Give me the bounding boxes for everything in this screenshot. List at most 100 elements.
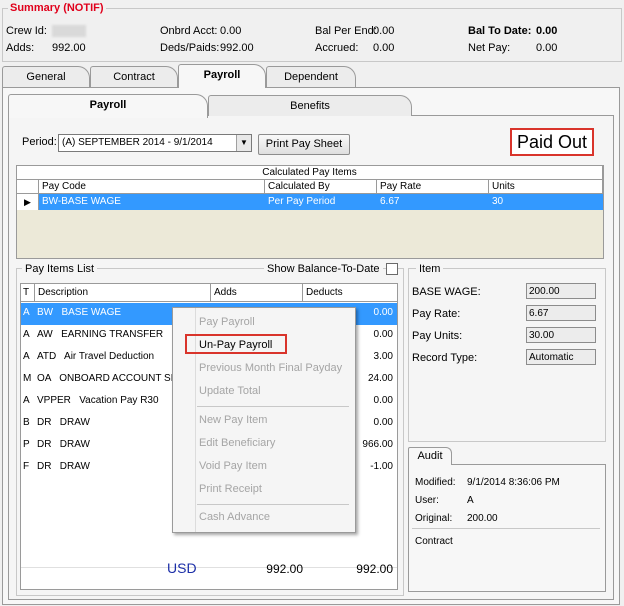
context-menu: Pay Payroll Un-Pay Payroll Previous Mont…: [172, 307, 356, 533]
col-t[interactable]: T: [21, 284, 35, 302]
row-deducts: 0.00: [373, 329, 393, 340]
show-balance-checkbox[interactable]: [386, 263, 398, 275]
menu-item-print-receipt[interactable]: Print Receipt: [199, 483, 262, 495]
tab-contract[interactable]: Contract: [90, 66, 178, 87]
onbrd-acct-value: 0.00: [220, 25, 242, 37]
menu-item-pay-payroll[interactable]: Pay Payroll: [199, 316, 255, 328]
summary-title: Summary (NOTIF): [8, 2, 106, 14]
row-deducts: 966.00: [362, 439, 393, 450]
adds-label: Adds:: [6, 42, 35, 54]
pay-units-label: Pay Units:: [412, 330, 463, 342]
calc-pay-rate: 6.67: [380, 196, 400, 207]
row-description: AW EARNING TRANSFER: [37, 329, 164, 340]
row-deducts: -1.00: [370, 461, 393, 472]
row-type: A: [23, 395, 30, 406]
bal-to-date-label: Bal To Date:: [468, 25, 532, 37]
currency-label: USD: [167, 560, 197, 576]
item-group-title: Item: [416, 263, 444, 275]
adds-value: 992.00: [52, 42, 86, 54]
row-deducts: 0.00: [373, 417, 393, 428]
row-deducts: 24.00: [367, 373, 393, 384]
net-pay-label: Net Pay:: [468, 42, 511, 54]
chevron-down-icon[interactable]: ▼: [236, 135, 251, 151]
audit-divider: [412, 528, 600, 529]
row-description: BW BASE WAGE: [37, 307, 122, 318]
original-label: Original:: [415, 513, 453, 524]
row-description: DR DRAW: [37, 417, 90, 428]
modified-label: Modified:: [415, 477, 456, 488]
menu-item-previous-month-final-payday[interactable]: Previous Month Final Payday: [199, 362, 342, 374]
base-wage-field[interactable]: 200.00: [526, 283, 596, 299]
row-type: A: [23, 329, 30, 340]
menu-separator: [197, 504, 349, 505]
row-type: B: [23, 417, 30, 428]
bal-per-end-label: Bal Per End:: [315, 25, 377, 37]
col-units[interactable]: Units: [489, 180, 603, 194]
period-label: Period:: [22, 136, 57, 148]
menu-item-cash-advance[interactable]: Cash Advance: [199, 511, 270, 523]
record-type-label: Record Type:: [412, 352, 478, 364]
subtab-payroll[interactable]: Payroll: [8, 94, 208, 118]
crew-id-value-redacted: [52, 25, 86, 37]
deds-paids-value: 992.00: [220, 42, 254, 54]
menu-item-edit-beneficiary[interactable]: Edit Beneficiary: [199, 437, 275, 449]
col-pay-rate[interactable]: Pay Rate: [377, 180, 489, 194]
calc-units: 30: [492, 196, 504, 207]
col-description[interactable]: Description: [35, 284, 211, 302]
col-calculated-by[interactable]: Calculated By: [265, 180, 377, 194]
col-deducts[interactable]: Deducts: [303, 284, 397, 302]
bal-to-date-value: 0.00: [536, 25, 558, 37]
calc-grid-corner: [17, 180, 39, 194]
accrued-label: Accrued:: [315, 42, 359, 54]
user-label: User:: [415, 495, 439, 506]
net-pay-value: 0.00: [536, 42, 558, 54]
tab-payroll[interactable]: Payroll: [178, 64, 266, 88]
calc-grid-row[interactable]: BW-BASE WAGE Per Pay Period 6.67 30: [39, 194, 603, 210]
crew-id-label: Crew Id:: [6, 25, 47, 37]
calc-pay-code: BW-BASE WAGE: [42, 196, 121, 207]
contract-label: Contract: [415, 536, 453, 547]
user-value: A: [467, 495, 474, 506]
show-balance-label: Show Balance-To-Date: [264, 263, 383, 275]
record-type-field[interactable]: Automatic: [526, 349, 596, 365]
total-adds: 992.00: [266, 562, 303, 576]
col-adds[interactable]: Adds: [211, 284, 303, 302]
period-select[interactable]: (A) SEPTEMBER 2014 - 9/1/2014 ▼: [58, 134, 252, 152]
subtab-benefits[interactable]: Benefits: [208, 95, 412, 116]
tab-audit[interactable]: Audit: [408, 447, 452, 465]
row-description: DR DRAW: [37, 439, 90, 450]
menu-item-update-total[interactable]: Update Total: [199, 385, 261, 397]
pay-rate-label: Pay Rate:: [412, 308, 461, 320]
modified-value: 9/1/2014 8:36:06 PM: [467, 477, 560, 488]
pay-items-list-title: Pay Items List: [22, 263, 98, 275]
tab-general[interactable]: General: [2, 66, 90, 87]
col-pay-code[interactable]: Pay Code: [39, 180, 265, 194]
calculated-pay-items-grid: Calculated Pay Items Pay Code Calculated…: [16, 165, 604, 259]
menu-item-void-pay-item[interactable]: Void Pay Item: [199, 460, 267, 472]
menu-separator: [197, 406, 349, 407]
deds-paids-label: Deds/Paids:: [160, 42, 220, 54]
row-deducts: 3.00: [373, 351, 393, 362]
tab-dependent[interactable]: Dependent: [266, 66, 356, 87]
onbrd-acct-label: Onbrd Acct:: [160, 25, 218, 37]
calc-grid-title: Calculated Pay Items: [17, 166, 603, 180]
print-pay-sheet-button[interactable]: Print Pay Sheet: [258, 134, 350, 155]
row-deducts: 0.00: [373, 307, 393, 318]
row-description: DR DRAW: [37, 461, 90, 472]
accrued-value: 0.00: [373, 42, 395, 54]
row-description: ATD Air Travel Deduction: [37, 351, 155, 362]
menu-item-new-pay-item[interactable]: New Pay Item: [199, 414, 267, 426]
row-type: A: [23, 307, 30, 318]
paid-out-status: Paid Out: [510, 128, 594, 156]
row-type: P: [23, 439, 30, 450]
pay-rate-field[interactable]: 6.67: [526, 305, 596, 321]
total-deducts: 992.00: [356, 562, 393, 576]
pay-units-field[interactable]: 30.00: [526, 327, 596, 343]
row-type: M: [23, 373, 32, 384]
original-value: 200.00: [467, 513, 498, 524]
row-type: F: [23, 461, 30, 472]
bal-per-end-value: 0.00: [373, 25, 395, 37]
row-selector-arrow-icon: ▶: [17, 194, 39, 210]
calc-calculated-by: Per Pay Period: [268, 196, 336, 207]
menu-item-unpay-payroll[interactable]: Un-Pay Payroll: [199, 339, 272, 351]
